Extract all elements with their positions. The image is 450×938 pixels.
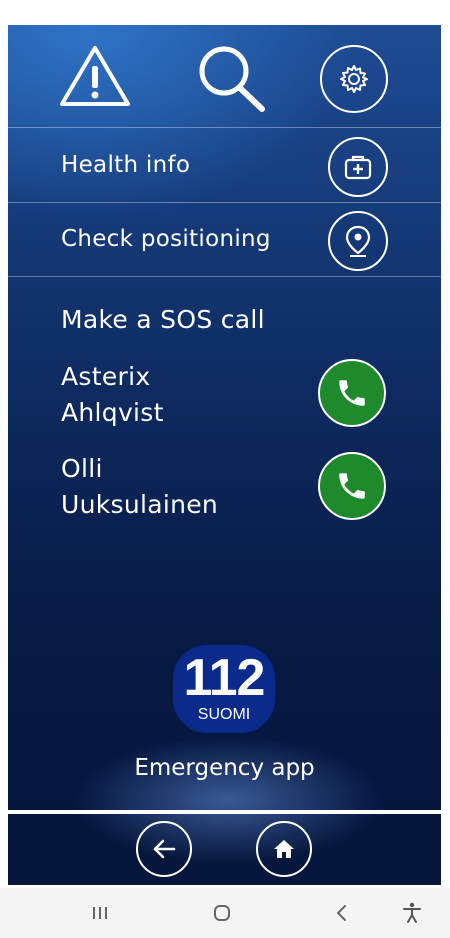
check-positioning-label: Check positioning: [61, 226, 271, 252]
divider: [8, 127, 441, 128]
contact-last-name: Uuksulainen: [61, 490, 219, 519]
health-info-label: Health info: [61, 152, 191, 178]
phone-icon: [339, 380, 365, 406]
device-frame: Health info Check positioning Make a SOS…: [0, 0, 450, 888]
system-nav-bar: [0, 888, 450, 938]
search-icon[interactable]: [194, 43, 268, 113]
check-positioning-button[interactable]: [328, 211, 388, 271]
back-arrow-icon: [153, 839, 176, 859]
contact-first-name: Olli: [61, 454, 103, 483]
contact-name: Asterix Ahlqvist: [61, 359, 164, 431]
warning-icon[interactable]: [58, 43, 132, 109]
back-button[interactable]: [136, 821, 192, 877]
gear-icon: [340, 65, 368, 93]
contact-name: Olli Uuksulainen: [61, 451, 218, 523]
location-pin-icon: [345, 225, 371, 257]
home-button[interactable]: [256, 821, 312, 877]
sos-heading: Make a SOS call: [61, 305, 265, 334]
bottom-divider: [8, 810, 441, 814]
call-button[interactable]: [318, 452, 386, 520]
call-button[interactable]: [318, 359, 386, 427]
top-bar: [8, 25, 441, 127]
health-info-button[interactable]: [328, 137, 388, 197]
logo-number: 112: [183, 649, 266, 707]
accessibility-icon[interactable]: [392, 888, 432, 938]
contact-last-name: Ahlqvist: [61, 398, 164, 427]
divider: [8, 202, 441, 203]
settings-button[interactable]: [320, 45, 388, 113]
phone-icon: [339, 473, 365, 499]
app-screen: Health info Check positioning Make a SOS…: [8, 25, 441, 885]
contact-first-name: Asterix: [61, 362, 151, 391]
back-nav-icon[interactable]: [322, 888, 362, 938]
home-nav-icon[interactable]: [202, 888, 242, 938]
recent-apps-icon[interactable]: [80, 888, 120, 938]
divider: [8, 276, 441, 277]
app-logo: 112 SUOMI: [173, 645, 275, 733]
app-name: Emergency app: [134, 755, 315, 781]
home-icon: [274, 840, 294, 858]
logo-country: SUOMI: [197, 706, 251, 723]
medical-kit-icon: [344, 155, 372, 180]
